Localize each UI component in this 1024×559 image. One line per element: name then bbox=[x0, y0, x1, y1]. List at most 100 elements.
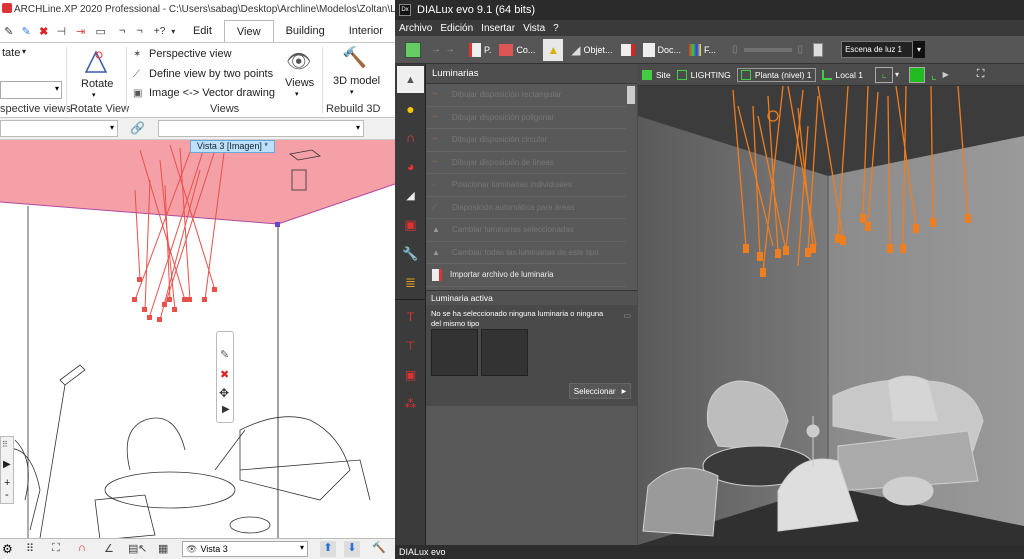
perspective-view-button[interactable]: ✶ Perspective view bbox=[133, 47, 232, 61]
phone-icon[interactable]: ▯ bbox=[732, 44, 738, 55]
layer-select[interactable]: ▾ bbox=[0, 120, 118, 137]
3d-model-button[interactable]: 🔨 3D model ▾ bbox=[330, 45, 380, 97]
magnet-icon[interactable]: ∩ bbox=[78, 542, 86, 554]
gear-icon[interactable]: ⚙ bbox=[2, 542, 13, 556]
menu-archivo[interactable]: Archivo bbox=[399, 23, 432, 34]
list-item[interactable]: · Posicionar luminarias individuales bbox=[426, 174, 626, 197]
fill-icon[interactable]: ▦ bbox=[158, 542, 168, 555]
move-icon[interactable]: ✥ bbox=[219, 386, 229, 400]
play-arrow-icon[interactable]: ▶ bbox=[943, 70, 949, 79]
tab-interior[interactable]: Interior bbox=[337, 20, 395, 42]
breadcrumb-room[interactable]: Local 1 bbox=[821, 69, 863, 80]
toolbar-project-button[interactable]: P. bbox=[469, 42, 491, 57]
toolbar-objects-button[interactable]: ◢ Objet... bbox=[571, 43, 612, 57]
view-select[interactable]: ▾ bbox=[0, 81, 62, 99]
tab-building[interactable]: Building bbox=[274, 20, 337, 42]
red-box-icon[interactable]: ▣ bbox=[397, 211, 424, 238]
color-wheel-icon[interactable]: ◕ bbox=[397, 153, 424, 180]
3d-viewport[interactable] bbox=[638, 86, 1024, 545]
list-item[interactable]: Importar archivo de luminaria bbox=[426, 264, 626, 287]
zoom-out-icon[interactable]: - bbox=[5, 489, 9, 501]
arrange-icon[interactable]: ⁂ bbox=[397, 390, 424, 417]
cursor-icon[interactable]: ↖ bbox=[138, 542, 147, 555]
edit-pen-icon[interactable]: ✎ bbox=[20, 24, 34, 38]
luminaires-tool-icon[interactable]: ▲ bbox=[397, 66, 424, 93]
drawing-canvas[interactable]: Vista 3 [Imagen] * ✎ ✖ ✥ ▶ ⠿ ▶ + - bbox=[0, 140, 395, 538]
breadcrumb-site[interactable]: Site bbox=[642, 69, 671, 80]
panel-scrollbar[interactable] bbox=[627, 86, 635, 104]
chevron-down-icon[interactable]: ▾ bbox=[895, 70, 899, 79]
pencil-icon[interactable]: ✎ bbox=[220, 348, 229, 361]
bulb-icon[interactable]: ● bbox=[397, 95, 424, 122]
layers-icon[interactable]: ▤ bbox=[128, 542, 138, 555]
tab-view[interactable]: View bbox=[223, 20, 274, 42]
zoom-in-icon[interactable]: + bbox=[4, 477, 10, 489]
tab-edit[interactable]: Edit bbox=[181, 20, 224, 42]
toolbar-calc-button[interactable] bbox=[620, 43, 635, 56]
list-item[interactable]: ⟋ Disposición automática para áreas bbox=[426, 197, 626, 219]
measure-icon[interactable]: ◢ bbox=[397, 182, 424, 209]
menu-help[interactable]: ? bbox=[553, 23, 559, 34]
fit-view-icon[interactable]: ⛶ bbox=[977, 68, 985, 81]
redo-icon[interactable]: → bbox=[445, 44, 455, 55]
arrow-down-icon[interactable]: ⬇ bbox=[344, 541, 360, 557]
hammer-3d-icon[interactable]: 🔨 bbox=[372, 541, 386, 554]
collapse-icon[interactable]: ▭ bbox=[623, 311, 631, 320]
image-vector-button[interactable]: ▣ Image <-> Vector drawing bbox=[133, 86, 275, 100]
angle-icon[interactable]: ∠ bbox=[104, 542, 114, 555]
list-item[interactable]: ⠒ Dibujar disposición rectangular bbox=[426, 84, 626, 107]
green-cube-icon[interactable] bbox=[908, 66, 925, 83]
toolbar-documentation-button[interactable]: Doc... bbox=[642, 42, 681, 57]
list-item[interactable]: ▲ Cambiar luminarias seleccionadas bbox=[426, 219, 626, 242]
pencil-icon[interactable]: ✎ bbox=[2, 24, 16, 38]
breadcrumb-floor[interactable]: Planta (nivel) 1 bbox=[736, 67, 816, 82]
move-plus-icon[interactable]: +? bbox=[154, 26, 169, 37]
grid-icon[interactable]: ⠿ bbox=[26, 542, 34, 555]
select-mode-icon[interactable]: ⌞ bbox=[874, 66, 893, 83]
views-button[interactable]: 👁 Views ▾ bbox=[282, 47, 316, 99]
frame-tool-icon[interactable]: ▣ bbox=[397, 361, 424, 388]
style-select[interactable]: ▾ bbox=[158, 120, 364, 137]
delete-icon[interactable]: ✖ bbox=[220, 368, 229, 381]
grip-icon[interactable]: ⠿ bbox=[2, 440, 8, 449]
save-icon[interactable] bbox=[405, 41, 421, 58]
list-item[interactable]: ▲ Cambiar todas las luminarias de este ti… bbox=[426, 242, 626, 264]
stack-icon[interactable]: ≣ bbox=[397, 269, 424, 296]
dimension-icon[interactable]: ⊣ bbox=[57, 25, 71, 38]
scene-select[interactable]: Escena de luz 1 bbox=[841, 41, 914, 58]
chevron-down-icon[interactable]: ▾ bbox=[22, 47, 26, 56]
toolbar-light-button[interactable]: ▲ bbox=[543, 38, 564, 61]
list-item[interactable]: ⠒ Dibujar disposición circular bbox=[426, 129, 626, 152]
breadcrumb-lighting[interactable]: LIGHTING bbox=[676, 69, 731, 80]
view-select-bottom[interactable]: 👁 Vista 3 ▾ bbox=[182, 541, 308, 557]
chevron-down-icon[interactable]: ▾ bbox=[913, 41, 926, 58]
rotate-dropdown[interactable]: tate bbox=[2, 47, 20, 59]
remote-icon[interactable] bbox=[813, 42, 824, 57]
play-arrow-icon[interactable]: ▶ bbox=[3, 459, 11, 470]
define-view-button[interactable]: ⟋ Define view by two points bbox=[133, 67, 273, 81]
corner-icon[interactable]: ¬ bbox=[119, 25, 133, 37]
toolbar-construction-button[interactable]: Co... bbox=[499, 43, 535, 56]
select-button[interactable]: Seleccionar ▶ bbox=[569, 383, 631, 399]
add-element-icon[interactable]: ⊤ bbox=[397, 332, 424, 359]
line-icon[interactable]: ▭ bbox=[96, 25, 113, 38]
menu-edicion[interactable]: Edición bbox=[440, 23, 473, 34]
magnet-icon[interactable]: ∩ bbox=[397, 124, 424, 151]
play-arrow-icon[interactable]: ▶ bbox=[222, 404, 230, 415]
menu-vista[interactable]: Vista bbox=[523, 23, 545, 34]
quick-access-dropdown-icon[interactable]: ▾ bbox=[171, 27, 181, 36]
flag-icon[interactable]: ▯ bbox=[798, 44, 804, 55]
list-item[interactable]: ⠒ Dibujar disposición poligonal bbox=[426, 107, 626, 129]
text-tool-icon[interactable]: T bbox=[397, 303, 424, 330]
delete-icon[interactable]: ✖ bbox=[37, 24, 51, 38]
toolbar-false-color-button[interactable]: F... bbox=[689, 43, 716, 56]
list-item[interactable]: ⠒ Dibujar disposición de líneas bbox=[426, 152, 626, 174]
undo-icon[interactable]: → bbox=[431, 44, 441, 55]
offset-icon[interactable]: ⇥ bbox=[76, 25, 90, 38]
green-corner-icon[interactable]: ⌞ bbox=[931, 68, 937, 82]
viewport-label[interactable]: Vista 3 [Imagen] * bbox=[190, 140, 275, 153]
rotate-button[interactable]: Rotate ▾ bbox=[74, 45, 118, 99]
frame-icon[interactable]: ⛶ bbox=[52, 542, 60, 555]
menu-insertar[interactable]: Insertar bbox=[481, 23, 515, 34]
trim-icon[interactable]: ¬ bbox=[136, 25, 150, 37]
